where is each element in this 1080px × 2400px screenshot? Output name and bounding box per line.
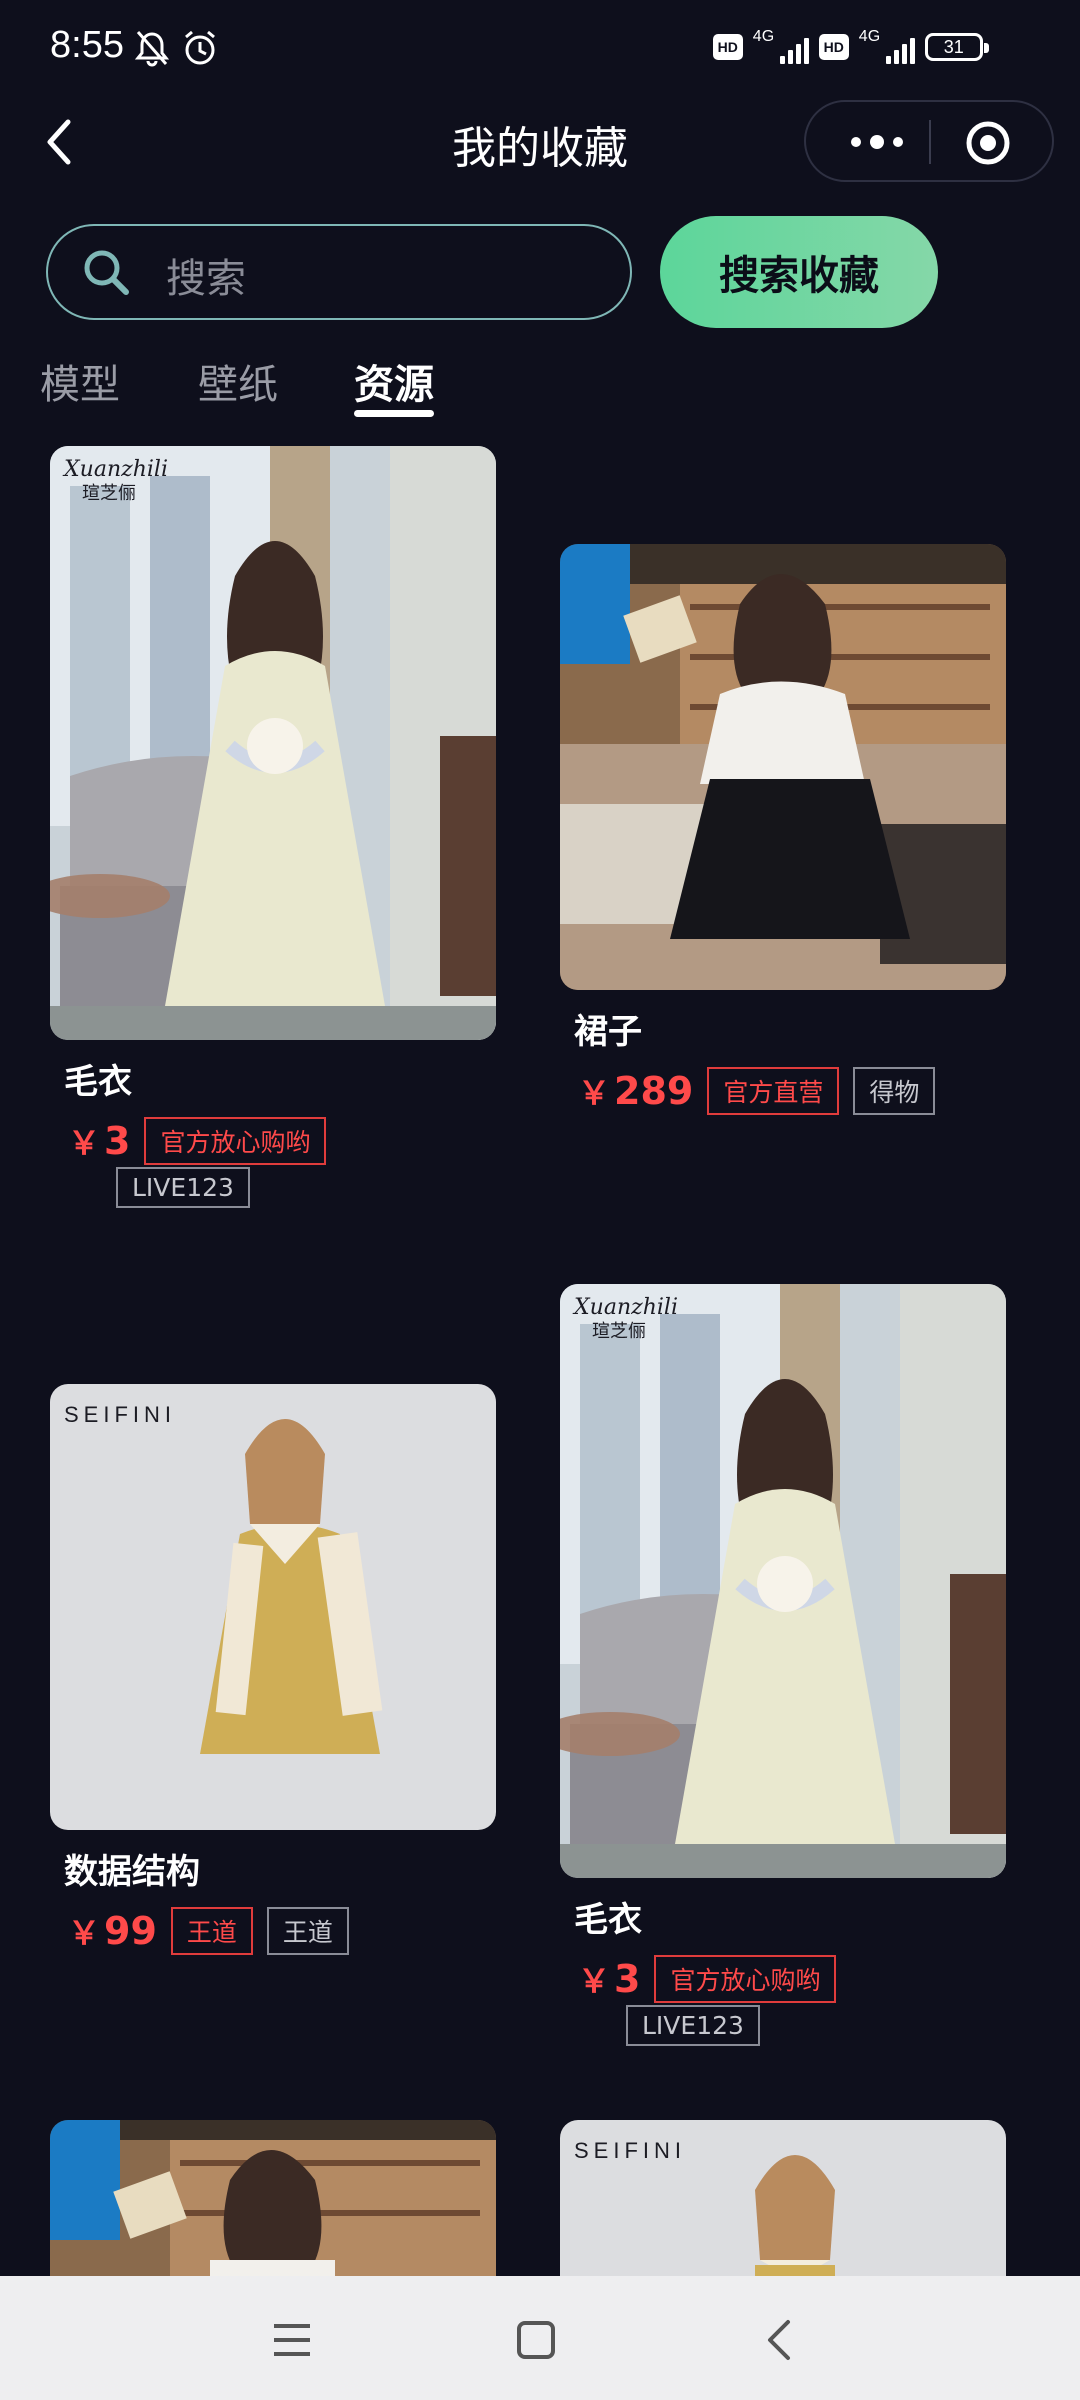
tab-resources[interactable]: 资源 [354, 352, 434, 410]
product-card[interactable]: SEIFINI [560, 2120, 1006, 2280]
product-price: ￥ 99 [68, 1909, 157, 1953]
hd-badge-2: HD [818, 34, 849, 60]
more-icon[interactable] [842, 120, 912, 164]
tag-official: 官方放心购哟 [654, 1955, 837, 2003]
product-name: 裙子 [574, 1012, 642, 1052]
product-card[interactable]: Xuanzhili 瑄芝俪 毛衣 ￥ 3 官方放心购哟 LIVE123 [560, 1284, 1006, 2046]
product-price: ￥ 3 [68, 1119, 131, 1163]
tab-wallpapers[interactable]: 壁纸 [198, 352, 278, 410]
tag-shop: LIVE123 [116, 1167, 250, 1208]
menu-icon[interactable] [262, 2310, 322, 2370]
product-image[interactable]: SEIFINI [50, 1384, 496, 1830]
product-card[interactable]: SEIFINI 数据结构 ￥ 99 王道 王道 [50, 1384, 496, 1955]
status-time: 8:55 [50, 24, 124, 66]
mini-program-capsule [804, 100, 1054, 182]
capsule-divider [929, 120, 931, 164]
signal-icon-2: 4G [859, 28, 915, 66]
price-row: ￥ 3 官方放心购哟 [578, 1955, 1006, 2003]
hd-badge: HD [712, 34, 743, 60]
price-row: ￥ 3 官方放心购哟 [68, 1117, 496, 1165]
close-target-icon[interactable] [964, 119, 1012, 167]
mute-bell-icon [134, 31, 170, 67]
product-card[interactable]: Xuanzhili 瑄芝俪 毛衣 ￥ 3 官方放心购哟 LIVE123 [50, 446, 496, 1208]
tag-official: 官方直营 [707, 1067, 840, 1115]
product-name: 毛衣 [64, 1062, 132, 1102]
system-nav-bar [0, 2276, 1080, 2400]
signal-icon: 4G [753, 28, 809, 66]
brand-logo: Xuanzhili 瑄芝俪 [64, 457, 168, 505]
home-square-icon[interactable] [506, 2310, 566, 2370]
tag-shop: LIVE123 [626, 2005, 760, 2046]
back-chevron-icon[interactable] [750, 2310, 810, 2370]
product-price: ￥ 3 [578, 1957, 641, 2001]
product-card[interactable] [50, 2120, 496, 2280]
search-favorites-button[interactable]: 搜索收藏 [660, 216, 938, 328]
alarm-icon [185, 30, 215, 65]
brand-logo: SEIFINI [64, 1402, 177, 1427]
tab-active-indicator [354, 410, 434, 417]
tag-shop: 王道 [266, 1907, 349, 1955]
search-icon [84, 250, 129, 295]
search-input[interactable]: 搜索 [46, 224, 632, 320]
price-row: ￥ 99 王道 王道 [68, 1907, 496, 1955]
tab-models[interactable]: 模型 [40, 352, 120, 410]
search-placeholder: 搜索 [166, 256, 246, 302]
product-image[interactable]: SEIFINI [560, 2120, 1006, 2280]
tag-shop: 得物 [853, 1067, 936, 1115]
product-image[interactable]: Xuanzhili 瑄芝俪 [560, 1284, 1006, 1878]
product-name: 数据结构 [64, 1852, 200, 1892]
tag-official: 王道 [170, 1907, 253, 1955]
tag-official: 官方放心购哟 [144, 1117, 327, 1165]
battery-icon: 31 [924, 33, 989, 61]
brand-logo: SEIFINI [574, 2138, 687, 2163]
status-icons: HD 4G HD 4G 31 [712, 28, 989, 66]
product-image[interactable]: Xuanzhili 瑄芝俪 [50, 446, 496, 1040]
product-image[interactable] [50, 2120, 496, 2280]
product-name: 毛衣 [574, 1900, 642, 1940]
brand-logo: Xuanzhili 瑄芝俪 [574, 1295, 678, 1343]
product-price: ￥ 289 [578, 1069, 694, 1113]
product-image[interactable] [560, 544, 1006, 990]
product-card[interactable]: 裙子 ￥ 289 官方直营 得物 [560, 544, 1006, 1115]
price-row: ￥ 289 官方直营 得物 [578, 1067, 1006, 1115]
